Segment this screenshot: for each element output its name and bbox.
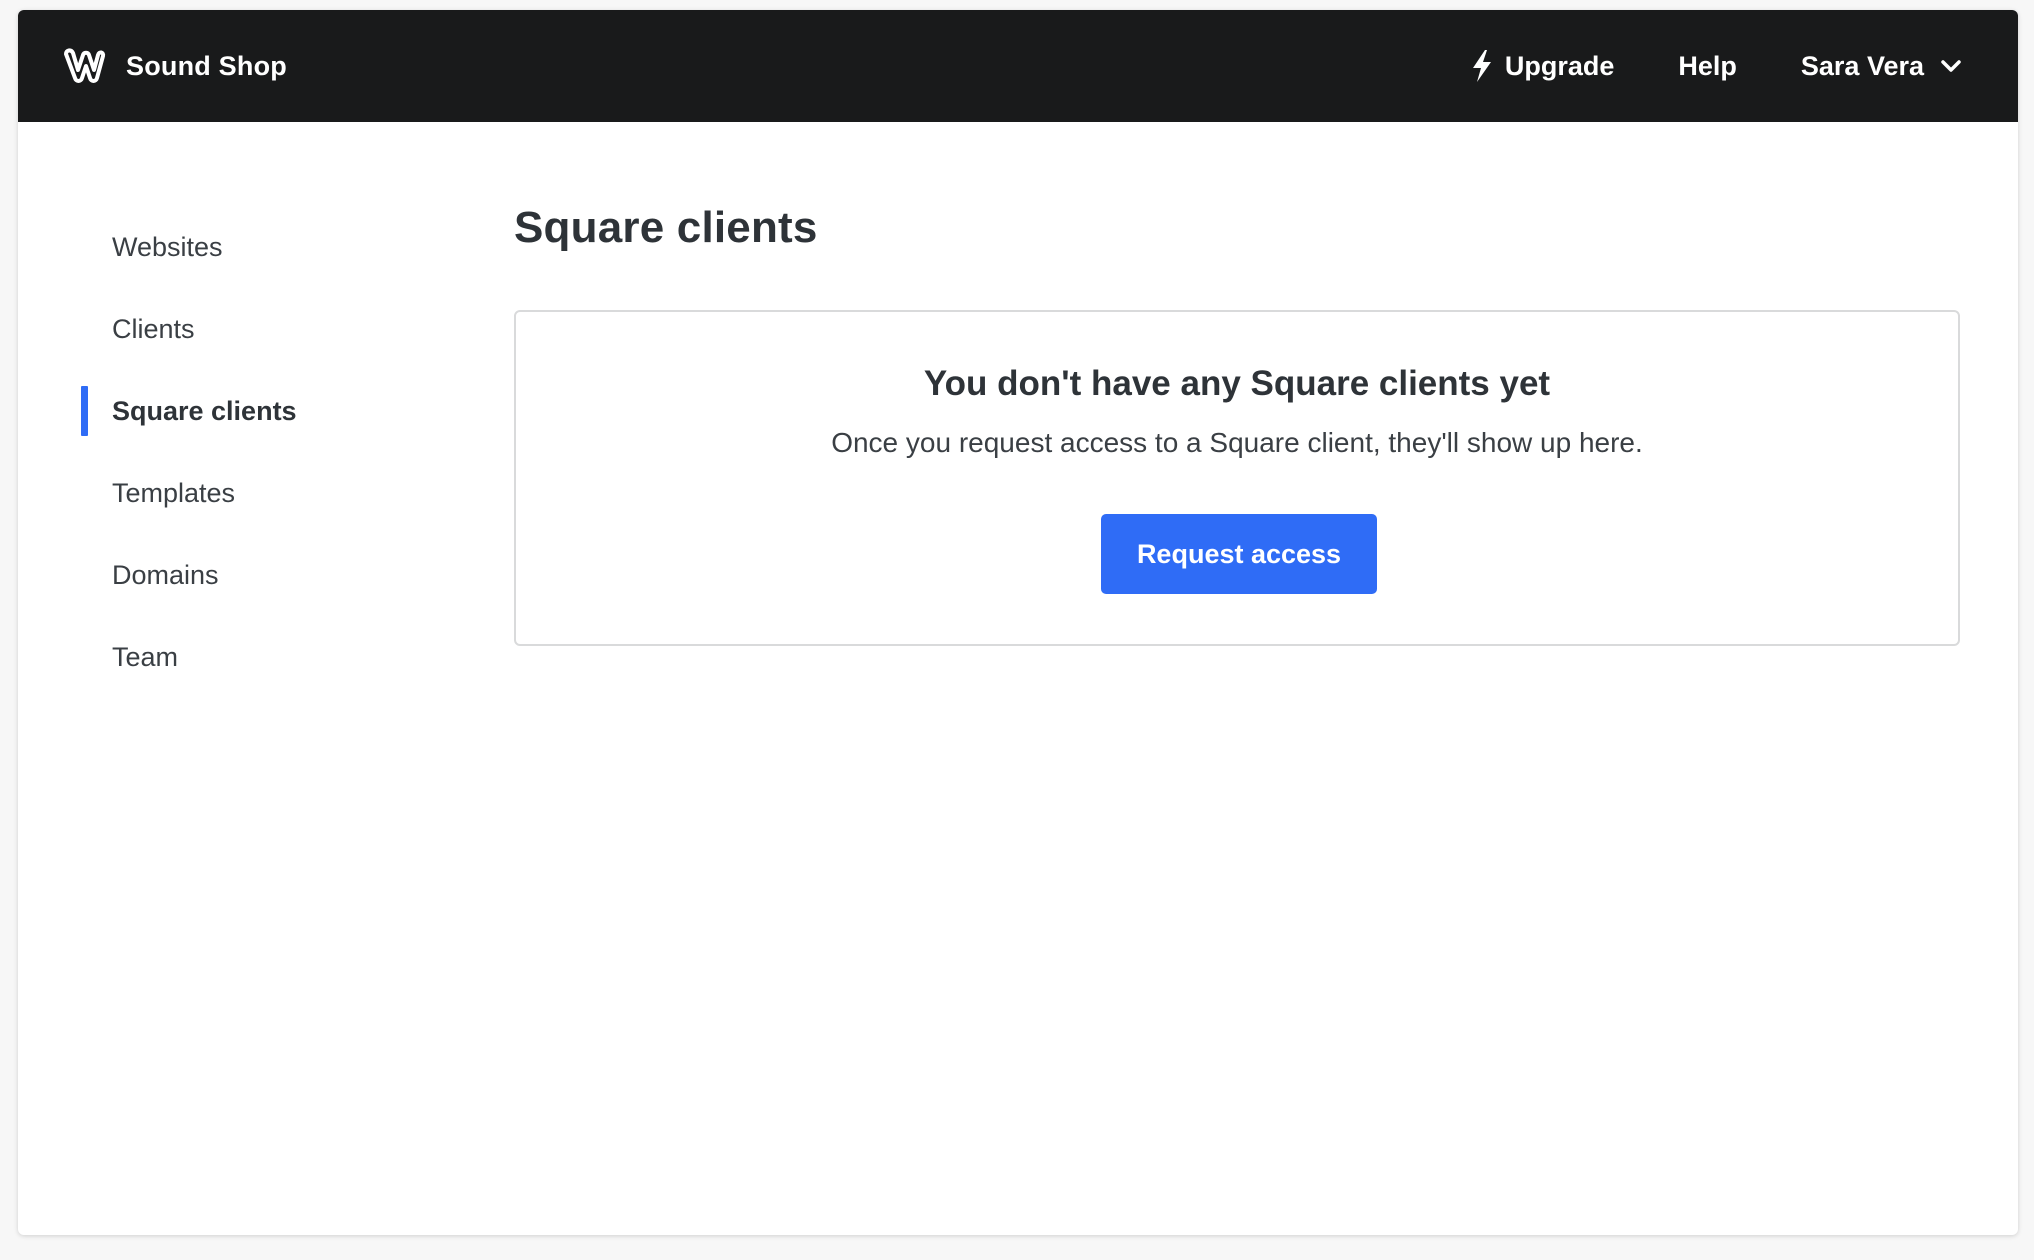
sidebar-item-label: Domains [112,559,219,590]
empty-state-heading: You don't have any Square clients yet [923,364,1551,403]
top-nav: Upgrade Help Sara Vera [1469,10,1962,122]
sidebar-item-square-clients[interactable]: Square clients [18,370,478,452]
upgrade-label: Upgrade [1504,50,1615,81]
sidebar-item-label: Square clients [112,395,297,426]
empty-state-description: Once you request access to a Square clie… [831,427,1643,458]
site-brand-link[interactable]: Sound Shop [62,10,287,122]
page-title: Square clients [514,203,818,252]
help-label: Help [1678,50,1737,81]
lightning-bolt-icon [1472,50,1491,82]
sidebar-item-websites[interactable]: Websites [18,206,478,288]
site-name: Sound Shop [126,50,287,81]
sidebar-item-label: Templates [112,477,236,508]
sidebar-item-label: Team [112,641,179,672]
sidebar-item-templates[interactable]: Templates [18,452,478,534]
weebly-w-logo-icon [64,48,106,83]
sidebar-item-label: Websites [112,231,223,262]
user-menu-button[interactable]: Sara Vera [1801,51,1962,82]
active-indicator [81,386,88,436]
top-navigation-bar: Sound Shop Upgrade Help Sara Vera [18,10,2018,122]
chevron-down-icon [1941,60,1961,72]
app-window: Sound Shop Upgrade Help Sara Vera Websit… [18,10,2018,1235]
empty-state-card: You don't have any Square clients yet On… [514,310,1960,646]
sidebar-item-domains[interactable]: Domains [18,534,478,616]
upgrade-link[interactable]: Upgrade [1469,49,1615,83]
user-name: Sara Vera [1800,50,1924,81]
request-access-button[interactable]: Request access [1101,514,1377,594]
sidebar-item-team[interactable]: Team [18,616,478,698]
sidebar-item-clients[interactable]: Clients [18,288,478,370]
sidebar: Websites Clients Square clients Template… [18,122,478,698]
sidebar-item-label: Clients [112,313,195,344]
help-link[interactable]: Help [1678,51,1737,82]
